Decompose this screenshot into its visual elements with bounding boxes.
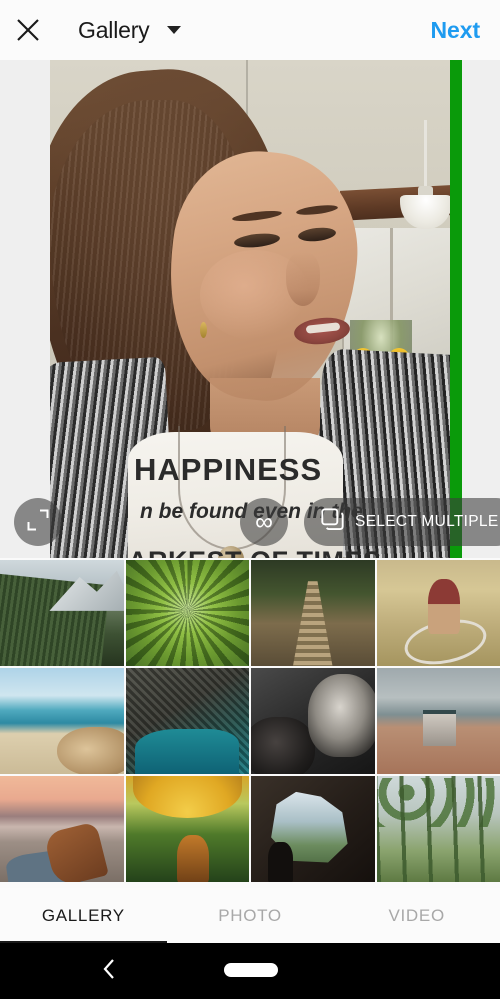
chevron-left-icon	[101, 958, 119, 985]
album-selector-label[interactable]: Gallery	[78, 17, 150, 44]
subject-nose	[286, 252, 320, 306]
close-icon	[15, 17, 41, 43]
tab-gallery[interactable]: GALLERY	[0, 888, 167, 943]
thumb-tree-canopy[interactable]	[125, 560, 249, 666]
expand-crop-icon	[27, 509, 49, 536]
tab-video[interactable]: VIDEO	[333, 888, 500, 943]
layers-icon	[321, 508, 344, 536]
shirt-text-line-1: HAPPINESS	[134, 452, 323, 487]
preview-artwork: HAPPINESS n be found even in the ARKEST …	[50, 60, 450, 558]
preview-image[interactable]: HAPPINESS n be found even in the ARKEST …	[50, 60, 450, 558]
thumb-cave-mountain[interactable]	[251, 776, 375, 882]
thumb-monk-parasol[interactable]	[125, 776, 249, 882]
select-multiple-label: SELECT MULTIPLE	[355, 513, 499, 530]
next-button[interactable]: Next	[431, 17, 481, 44]
shirt-text-line-3: ARKEST OF TIMES	[128, 546, 382, 558]
thumb-evergreen-mountain[interactable]	[0, 560, 124, 666]
thumb-mural-smoke[interactable]	[251, 668, 375, 774]
chevron-down-icon[interactable]	[167, 26, 182, 34]
tab-photo[interactable]: PHOTO	[167, 888, 334, 943]
expand-crop-button[interactable]	[14, 498, 62, 546]
select-multiple-button[interactable]: SELECT MULTIPLE	[304, 498, 500, 546]
top-app-bar: Gallery Next	[0, 0, 500, 60]
infinity-icon: ∞	[255, 507, 273, 536]
thumb-palm-trees[interactable]	[376, 776, 500, 882]
thumb-beach-hut[interactable]	[376, 668, 500, 774]
earring	[200, 322, 207, 338]
bottom-tab-bar: GALLERY PHOTO VIDEO	[0, 888, 500, 943]
close-button[interactable]	[0, 0, 56, 60]
thumb-wooden-bridge[interactable]	[251, 560, 375, 666]
selection-indicator-bar	[450, 60, 462, 558]
thumb-boots-lake[interactable]	[0, 776, 124, 882]
preview-stage: HAPPINESS n be found even in the ARKEST …	[0, 60, 500, 558]
nav-home-indicator[interactable]	[224, 963, 278, 977]
thumb-girl-bicycle[interactable]	[376, 560, 500, 666]
boomerang-button[interactable]: ∞	[240, 498, 288, 546]
nav-back-button[interactable]	[96, 957, 124, 985]
thumb-rocky-cove[interactable]	[125, 668, 249, 774]
android-navigation-bar	[0, 943, 500, 999]
gallery-grid[interactable]	[0, 560, 500, 888]
thumb-dog-beach[interactable]	[0, 668, 124, 774]
